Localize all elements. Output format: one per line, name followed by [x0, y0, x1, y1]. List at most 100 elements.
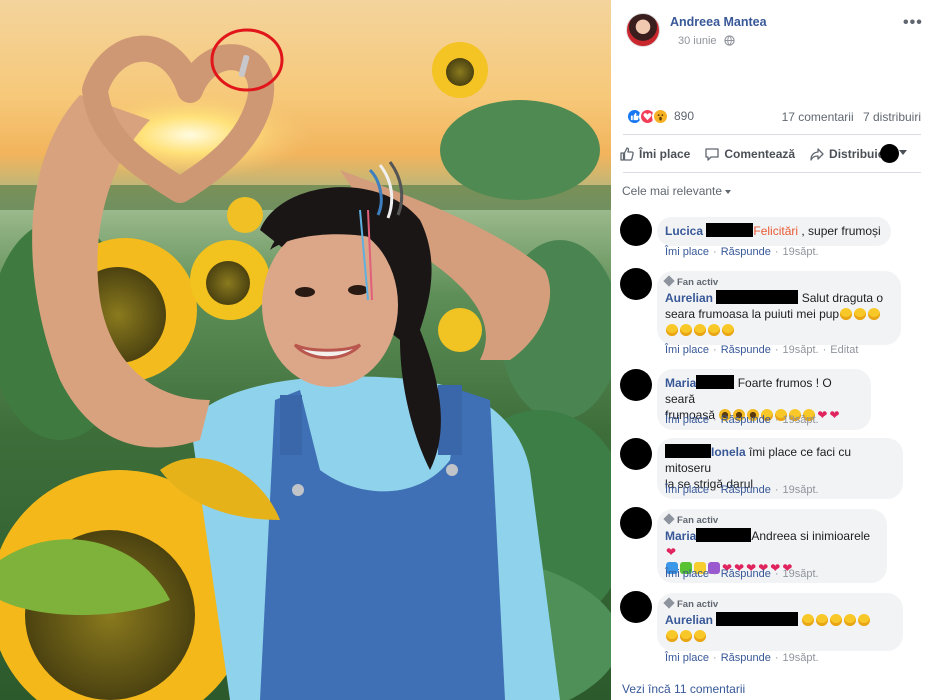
reaction-count: 890	[674, 109, 695, 123]
commenter-avatar[interactable]	[620, 591, 652, 623]
smile-emoji-icon	[666, 324, 678, 336]
divider	[623, 134, 921, 135]
grin-emoji-icon	[802, 614, 815, 626]
comment-text: , super frumoși	[798, 224, 881, 238]
comment-time[interactable]: 19săpt.	[783, 484, 819, 496]
comment-time[interactable]: 19săpt.	[783, 568, 819, 580]
comment-reply-link[interactable]: Răspunde	[721, 652, 771, 664]
smile-emoji-icon	[694, 630, 706, 642]
view-more-comments-link[interactable]: Vezi încă 11 comentarii	[622, 682, 745, 696]
commenter-avatar[interactable]	[620, 214, 652, 246]
author-name[interactable]: Andreea Mantea	[670, 15, 767, 29]
comment-reply-link[interactable]: Răspunde	[721, 568, 771, 580]
caret-down-icon	[725, 189, 732, 194]
photo-illustration	[0, 28, 611, 700]
comment-like-link[interactable]: Îmi place	[665, 484, 709, 496]
reaction-summary[interactable]: 890	[626, 107, 694, 125]
commenter-name[interactable]: Maria	[665, 529, 696, 543]
grin-emoji-icon	[844, 614, 857, 626]
commenter-avatar[interactable]	[620, 369, 652, 401]
grin-emoji-icon	[840, 308, 853, 320]
comment-reply-link[interactable]: Răspunde	[721, 246, 771, 258]
smile-emoji-icon	[708, 324, 720, 336]
share-button[interactable]: Distribuie	[809, 146, 884, 162]
comment-meta: Îmi place · Răspunde · 19săpt.	[665, 414, 819, 426]
grin-emoji-icon	[816, 614, 829, 626]
chevron-down-icon[interactable]	[899, 150, 907, 155]
comment-highlight: Felicitări	[753, 224, 799, 238]
comment-reply-link[interactable]: Răspunde	[721, 484, 771, 496]
smile-emoji-icon	[694, 324, 706, 336]
comment-like-link[interactable]: Îmi place	[665, 568, 709, 580]
comment-time[interactable]: 19săpt.	[783, 246, 819, 258]
comment-bubble: Fan activ Aurelian	[657, 593, 903, 651]
comment-meta: Îmi place · Răspunde · 19săpt. · Editat	[665, 344, 859, 356]
comment-time[interactable]: 19săpt.	[783, 652, 819, 664]
comment-reply-link[interactable]: Răspunde	[721, 344, 771, 356]
edited-label: Editat	[830, 344, 859, 356]
like-button[interactable]: Îmi place	[619, 146, 690, 162]
comment-time[interactable]: 19săpt.	[783, 414, 819, 426]
share-button-label: Distribuie	[829, 147, 885, 161]
redacted-name	[696, 528, 752, 542]
more-options-icon[interactable]: •••	[903, 14, 923, 32]
laugh-emoji-icon	[680, 630, 692, 642]
shares-count-link[interactable]: 7 distribuiri	[863, 110, 921, 124]
comment-meta: Îmi place · Răspunde · 19săpt.	[665, 568, 819, 580]
grin-emoji-icon	[830, 614, 843, 626]
redacted-name	[696, 375, 735, 389]
commenter-avatar[interactable]	[620, 268, 652, 300]
grin-emoji-icon	[854, 308, 867, 320]
comment-like-link[interactable]: Îmi place	[665, 246, 709, 258]
heart-emoji-icon: ❤	[829, 408, 840, 422]
redacted-name	[665, 444, 711, 458]
post-sidebar: Andreea Mantea 30 iunie ••• 890 17 comen…	[611, 0, 933, 700]
comment-bubble: Fan activ Aurelian Salut draguta o seara…	[657, 271, 901, 345]
diamond-icon	[663, 275, 675, 287]
diamond-icon	[663, 513, 675, 525]
commenter-name[interactable]: Aurelian	[665, 291, 713, 305]
commenter-avatar[interactable]	[620, 507, 652, 539]
comment-meta: Îmi place · Răspunde · 19săpt.	[665, 484, 819, 496]
post-date[interactable]: 30 iunie	[678, 35, 717, 47]
thumbs-up-icon	[620, 147, 634, 161]
diamond-icon	[663, 597, 675, 609]
globe-icon	[724, 35, 735, 46]
comment-text-line2: seara frumoasa la puiuti mei pup	[665, 307, 840, 321]
fan-badge: Fan activ	[663, 275, 891, 289]
comment-text: Andreea si inimioarele	[751, 529, 871, 543]
commenter-name[interactable]: Ionela	[711, 445, 746, 459]
comment-like-link[interactable]: Îmi place	[665, 344, 709, 356]
post-actions: Îmi place Comentează Distribuie	[619, 144, 925, 164]
commenter-name[interactable]: Aurelian	[665, 613, 713, 627]
comment-filter-label: Cele mai relevante	[622, 184, 723, 198]
grin-emoji-icon	[858, 614, 871, 626]
commenter-name[interactable]: Lucica	[665, 224, 703, 238]
comment-meta: Îmi place · Răspunde · 19săpt.	[665, 246, 819, 258]
post-photo[interactable]	[0, 0, 611, 700]
comment-text: Salut draguta o	[801, 291, 884, 305]
wow-reaction-icon	[652, 107, 669, 125]
commenter-name[interactable]: Maria	[665, 376, 696, 390]
author-avatar[interactable]	[626, 13, 660, 47]
smile-emoji-icon	[680, 324, 692, 336]
comment-like-link[interactable]: Îmi place	[665, 414, 709, 426]
redacted-name	[716, 290, 799, 304]
heart-emoji-icon: ❤	[666, 545, 677, 559]
comment-reply-link[interactable]: Răspunde	[721, 414, 771, 426]
post-stats: 17 comentarii 7 distribuiri	[776, 110, 921, 124]
commenter-avatar[interactable]	[620, 438, 652, 470]
comment-filter-dropdown[interactable]: Cele mai relevante	[622, 184, 732, 198]
share-as-avatar[interactable]	[880, 144, 899, 163]
comment-time[interactable]: 19săpt.	[783, 344, 819, 356]
comment-like-link[interactable]: Îmi place	[665, 652, 709, 664]
heart-emoji-icon: ❤	[817, 408, 828, 422]
redacted-name	[716, 612, 799, 626]
redacted-name	[706, 223, 754, 237]
comment-bubble: Lucica Felicitări , super frumoși	[657, 217, 891, 246]
divider	[623, 172, 921, 173]
comments-count-link[interactable]: 17 comentarii	[782, 110, 854, 124]
comment-button[interactable]: Comentează	[704, 146, 795, 162]
fan-badge: Fan activ	[663, 513, 877, 527]
comment-button-label: Comentează	[724, 147, 796, 161]
